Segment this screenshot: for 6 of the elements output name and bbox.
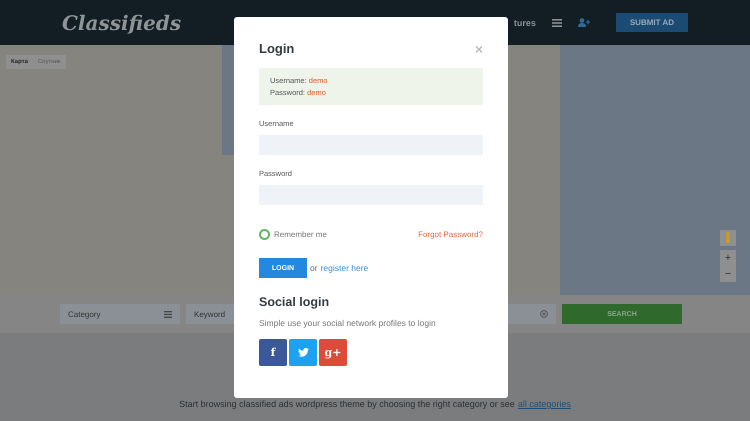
- social-login-text: Simple use your social network profiles to login: [259, 318, 437, 328]
- dialog-title: Login: [259, 41, 294, 56]
- or-text: or: [310, 263, 318, 273]
- browse-text: Start browsing classified ads wordpress theme by choosing the right category or see: [179, 399, 515, 409]
- remember-label: Remember me: [274, 230, 327, 239]
- social-login-heading: Social login: [259, 295, 330, 309]
